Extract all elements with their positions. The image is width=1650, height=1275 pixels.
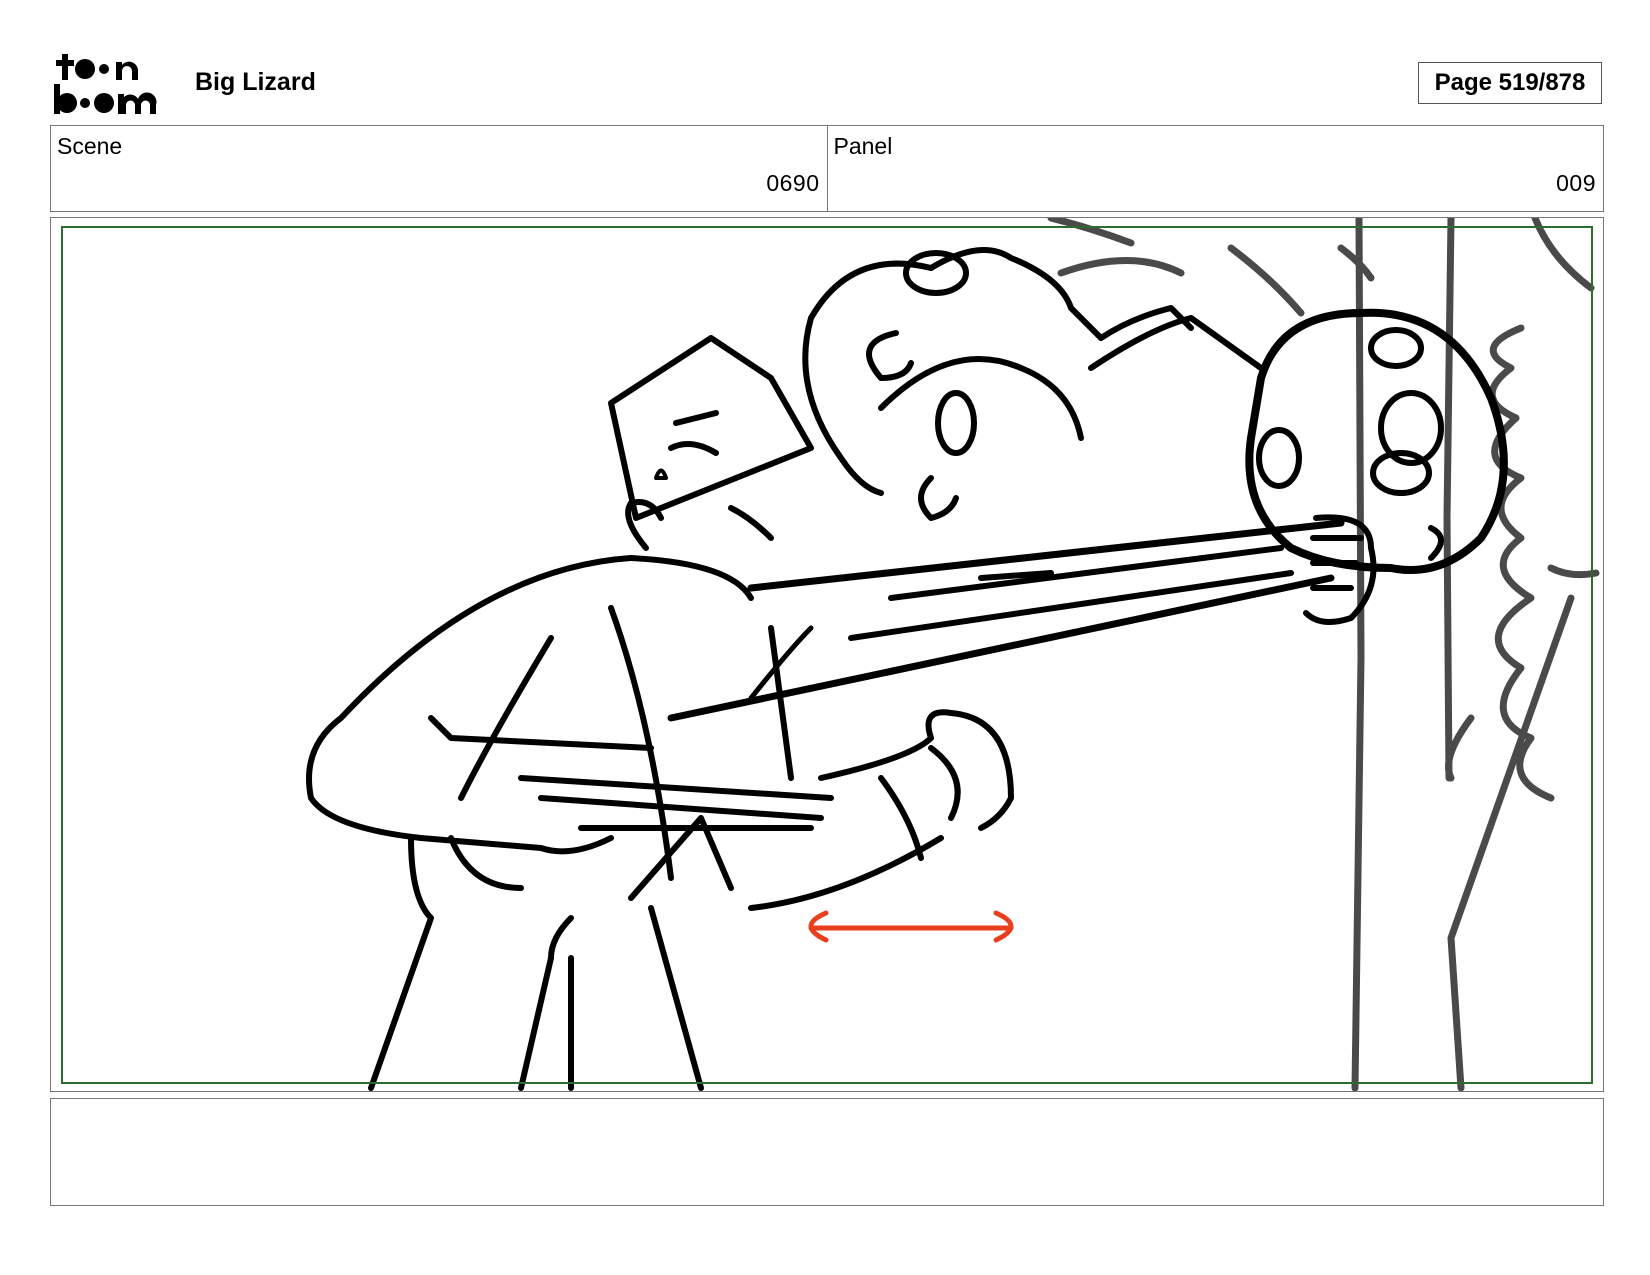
character-sketch [306,247,1508,1091]
scene-cell: Scene 0690 [51,126,827,211]
scene-number: 0690 [766,170,820,196]
notes-box[interactable] [50,1098,1604,1206]
panel-cell: Panel 009 [826,126,1604,211]
sketch-drawing [306,218,1600,1091]
page-counter: Page 519/878 [1418,62,1602,104]
scene-panel-info: Scene 0690 Panel 009 [50,125,1604,212]
panel-number: 009 [1556,170,1596,196]
toon-boom-logo [52,52,170,116]
storyboard-panel [50,217,1604,1092]
motion-arrow [808,910,1014,943]
panel-label: Panel [833,133,893,159]
project-title: Big Lizard [195,68,316,96]
background-trees [1047,218,1600,1091]
scene-label: Scene [57,133,123,159]
